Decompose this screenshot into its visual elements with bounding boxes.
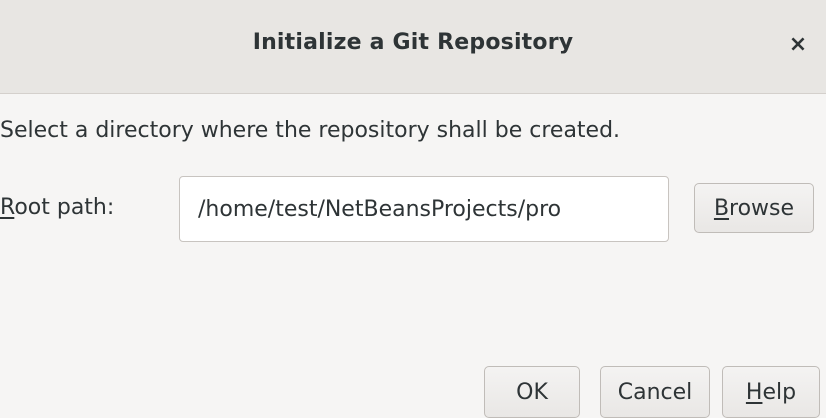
- browse-mnemonic: B: [713, 195, 730, 221]
- dialog-title: Initialize a Git Repository: [252, 30, 574, 55]
- help-button[interactable]: Help: [722, 366, 820, 418]
- git-init-dialog: Initialize a Git Repository × Select a d…: [0, 0, 826, 418]
- browse-button[interactable]: Browse: [694, 183, 814, 233]
- browse-label: rowse: [729, 195, 795, 221]
- cancel-button[interactable]: Cancel: [600, 366, 710, 418]
- root-path-input[interactable]: [179, 176, 669, 242]
- ok-button[interactable]: OK: [484, 366, 580, 418]
- title-bar: Initialize a Git Repository ×: [0, 0, 826, 94]
- help-mnemonic: H: [745, 379, 763, 405]
- root-path-label: Root path:: [0, 195, 114, 220]
- help-label: elp: [762, 379, 797, 405]
- root-path-label-mnemonic: R: [0, 195, 15, 220]
- close-icon[interactable]: ×: [780, 26, 816, 62]
- root-path-label-text: oot path:: [14, 195, 115, 220]
- instruction-text: Select a directory where the repository …: [0, 118, 621, 143]
